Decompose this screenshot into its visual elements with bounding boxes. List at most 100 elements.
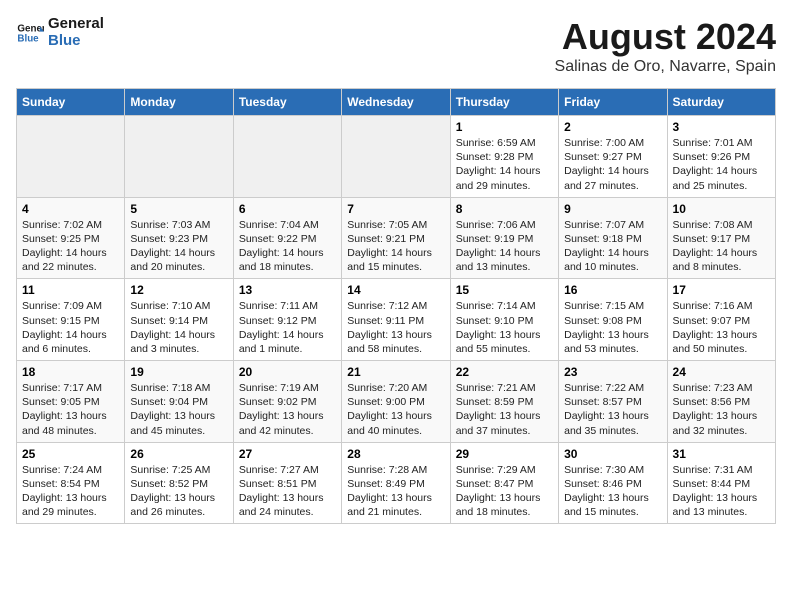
weekday-header-friday: Friday	[559, 89, 667, 116]
day-info: Sunrise: 7:17 AM Sunset: 9:05 PM Dayligh…	[22, 381, 119, 438]
day-info: Sunrise: 6:59 AM Sunset: 9:28 PM Dayligh…	[456, 136, 553, 193]
day-number: 27	[239, 447, 336, 461]
day-number: 19	[130, 365, 227, 379]
day-info: Sunrise: 7:21 AM Sunset: 8:59 PM Dayligh…	[456, 381, 553, 438]
weekday-header-wednesday: Wednesday	[342, 89, 450, 116]
day-info: Sunrise: 7:18 AM Sunset: 9:04 PM Dayligh…	[130, 381, 227, 438]
day-info: Sunrise: 7:03 AM Sunset: 9:23 PM Dayligh…	[130, 218, 227, 275]
day-number: 5	[130, 202, 227, 216]
calendar-week-4: 18 Sunrise: 7:17 AM Sunset: 9:05 PM Dayli…	[17, 361, 776, 443]
calendar-week-2: 4Sunrise: 7:02 AM Sunset: 9:25 PM Daylig…	[17, 197, 776, 279]
day-number: 4	[22, 202, 119, 216]
calendar-cell: 16Sunrise: 7:15 AM Sunset: 9:08 PM Dayli…	[559, 279, 667, 361]
day-info: Sunrise: 7:27 AM Sunset: 8:51 PM Dayligh…	[239, 463, 336, 520]
day-info: Sunrise: 7:05 AM Sunset: 9:21 PM Dayligh…	[347, 218, 444, 275]
calendar-cell	[17, 116, 125, 198]
day-info: Sunrise: 7:29 AM Sunset: 8:47 PM Dayligh…	[456, 463, 553, 520]
page-header: General Blue General Blue August 2024 Sa…	[16, 16, 776, 76]
weekday-header-tuesday: Tuesday	[233, 89, 341, 116]
day-info: Sunrise: 7:22 AM Sunset: 8:57 PM Dayligh…	[564, 381, 661, 438]
calendar-cell: 10Sunrise: 7:08 AM Sunset: 9:17 PM Dayli…	[667, 197, 775, 279]
calendar-cell: 17 Sunrise: 7:16 AM Sunset: 9:07 PM Dayli…	[667, 279, 775, 361]
calendar-cell: 12 Sunrise: 7:10 AM Sunset: 9:14 PM Dayli…	[125, 279, 233, 361]
logo-general: General	[48, 16, 104, 33]
calendar-table: SundayMondayTuesdayWednesdayThursdayFrid…	[16, 88, 776, 524]
calendar-cell: 20Sunrise: 7:19 AM Sunset: 9:02 PM Dayli…	[233, 361, 341, 443]
day-number: 1	[456, 120, 553, 134]
day-info: Sunrise: 7:15 AM Sunset: 9:08 PM Dayligh…	[564, 299, 661, 356]
logo: General Blue General Blue	[16, 16, 104, 49]
day-info: Sunrise: 7:00 AM Sunset: 9:27 PM Dayligh…	[564, 136, 661, 193]
day-number: 22	[456, 365, 553, 379]
day-number: 21	[347, 365, 444, 379]
day-info: Sunrise: 7:24 AM Sunset: 8:54 PM Dayligh…	[22, 463, 119, 520]
calendar-cell: 11Sunrise: 7:09 AM Sunset: 9:15 PM Dayli…	[17, 279, 125, 361]
day-info: Sunrise: 7:11 AM Sunset: 9:12 PM Dayligh…	[239, 299, 336, 356]
calendar-cell: 5 Sunrise: 7:03 AM Sunset: 9:23 PM Daylig…	[125, 197, 233, 279]
calendar-cell: 9 Sunrise: 7:07 AM Sunset: 9:18 PM Daylig…	[559, 197, 667, 279]
day-number: 8	[456, 202, 553, 216]
day-info: Sunrise: 7:31 AM Sunset: 8:44 PM Dayligh…	[673, 463, 770, 520]
calendar-week-1: 1 Sunrise: 6:59 AM Sunset: 9:28 PM Daylig…	[17, 116, 776, 198]
weekday-header-saturday: Saturday	[667, 89, 775, 116]
calendar-cell: 22 Sunrise: 7:21 AM Sunset: 8:59 PM Dayli…	[450, 361, 558, 443]
day-number: 9	[564, 202, 661, 216]
day-number: 10	[673, 202, 770, 216]
day-info: Sunrise: 7:28 AM Sunset: 8:49 PM Dayligh…	[347, 463, 444, 520]
day-info: Sunrise: 7:10 AM Sunset: 9:14 PM Dayligh…	[130, 299, 227, 356]
calendar-cell: 19 Sunrise: 7:18 AM Sunset: 9:04 PM Dayli…	[125, 361, 233, 443]
calendar-cell: 29 Sunrise: 7:29 AM Sunset: 8:47 PM Dayli…	[450, 442, 558, 524]
title-block: August 2024 Salinas de Oro, Navarre, Spa…	[555, 16, 776, 76]
day-number: 30	[564, 447, 661, 461]
day-info: Sunrise: 7:16 AM Sunset: 9:07 PM Dayligh…	[673, 299, 770, 356]
day-number: 18	[22, 365, 119, 379]
day-number: 17	[673, 283, 770, 297]
calendar-cell: 30 Sunrise: 7:30 AM Sunset: 8:46 PM Dayli…	[559, 442, 667, 524]
weekday-header-monday: Monday	[125, 89, 233, 116]
day-number: 12	[130, 283, 227, 297]
day-number: 26	[130, 447, 227, 461]
day-number: 25	[22, 447, 119, 461]
day-info: Sunrise: 7:06 AM Sunset: 9:19 PM Dayligh…	[456, 218, 553, 275]
day-number: 29	[456, 447, 553, 461]
day-info: Sunrise: 7:25 AM Sunset: 8:52 PM Dayligh…	[130, 463, 227, 520]
calendar-cell	[125, 116, 233, 198]
day-number: 11	[22, 283, 119, 297]
day-number: 14	[347, 283, 444, 297]
svg-text:Blue: Blue	[17, 33, 39, 44]
logo-blue: Blue	[48, 33, 104, 50]
calendar-cell: 27 Sunrise: 7:27 AM Sunset: 8:51 PM Dayli…	[233, 442, 341, 524]
day-number: 6	[239, 202, 336, 216]
calendar-cell: 3 Sunrise: 7:01 AM Sunset: 9:26 PM Daylig…	[667, 116, 775, 198]
calendar-cell: 7 Sunrise: 7:05 AM Sunset: 9:21 PM Daylig…	[342, 197, 450, 279]
day-number: 7	[347, 202, 444, 216]
day-number: 31	[673, 447, 770, 461]
calendar-cell	[233, 116, 341, 198]
calendar-cell: 26 Sunrise: 7:25 AM Sunset: 8:52 PM Dayli…	[125, 442, 233, 524]
weekday-header-row: SundayMondayTuesdayWednesdayThursdayFrid…	[17, 89, 776, 116]
day-info: Sunrise: 7:20 AM Sunset: 9:00 PM Dayligh…	[347, 381, 444, 438]
day-number: 24	[673, 365, 770, 379]
day-info: Sunrise: 7:01 AM Sunset: 9:26 PM Dayligh…	[673, 136, 770, 193]
calendar-cell: 23Sunrise: 7:22 AM Sunset: 8:57 PM Dayli…	[559, 361, 667, 443]
calendar-cell: 13 Sunrise: 7:11 AM Sunset: 9:12 PM Dayli…	[233, 279, 341, 361]
calendar-subtitle: Salinas de Oro, Navarre, Spain	[555, 58, 776, 76]
calendar-title: August 2024	[555, 16, 776, 58]
calendar-cell: 8 Sunrise: 7:06 AM Sunset: 9:19 PM Daylig…	[450, 197, 558, 279]
day-number: 2	[564, 120, 661, 134]
calendar-week-5: 25 Sunrise: 7:24 AM Sunset: 8:54 PM Dayli…	[17, 442, 776, 524]
calendar-cell: 28Sunrise: 7:28 AM Sunset: 8:49 PM Dayli…	[342, 442, 450, 524]
day-info: Sunrise: 7:30 AM Sunset: 8:46 PM Dayligh…	[564, 463, 661, 520]
calendar-cell: 2 Sunrise: 7:00 AM Sunset: 9:27 PM Daylig…	[559, 116, 667, 198]
day-number: 20	[239, 365, 336, 379]
calendar-cell: 14Sunrise: 7:12 AM Sunset: 9:11 PM Dayli…	[342, 279, 450, 361]
day-info: Sunrise: 7:07 AM Sunset: 9:18 PM Dayligh…	[564, 218, 661, 275]
weekday-header-thursday: Thursday	[450, 89, 558, 116]
calendar-cell: 18 Sunrise: 7:17 AM Sunset: 9:05 PM Dayli…	[17, 361, 125, 443]
day-number: 3	[673, 120, 770, 134]
day-number: 13	[239, 283, 336, 297]
day-info: Sunrise: 7:23 AM Sunset: 8:56 PM Dayligh…	[673, 381, 770, 438]
calendar-cell: 25 Sunrise: 7:24 AM Sunset: 8:54 PM Dayli…	[17, 442, 125, 524]
calendar-week-3: 11Sunrise: 7:09 AM Sunset: 9:15 PM Dayli…	[17, 279, 776, 361]
calendar-cell: 15Sunrise: 7:14 AM Sunset: 9:10 PM Dayli…	[450, 279, 558, 361]
